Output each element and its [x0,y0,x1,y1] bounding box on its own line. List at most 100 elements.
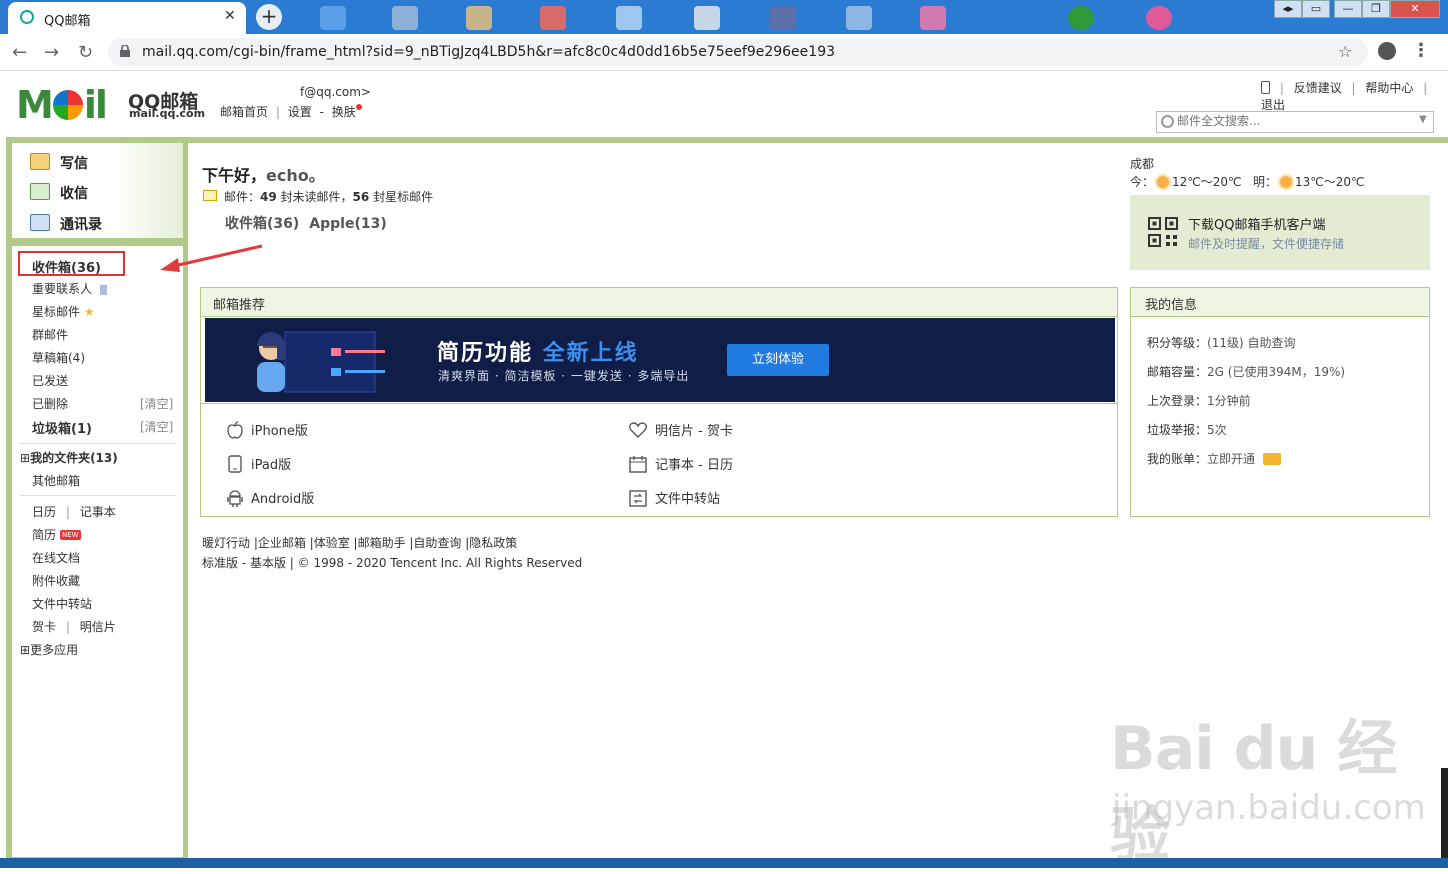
file-transfer-link[interactable]: 文件中转站 [629,488,720,507]
mail-stats: 邮件：49 封未读邮件，56 封星标邮件 [224,188,433,205]
cards-link[interactable]: 贺卡 [32,620,56,634]
my-folders-label: 我的文件夹(13) [30,451,118,465]
ipad-link[interactable]: iPad版 [227,454,291,473]
taskbar-app-icon [770,6,796,30]
sidebar-item-spam[interactable]: 垃圾箱(1) [32,418,92,437]
sidebar-item-sent[interactable]: 已发送 [32,372,68,389]
star-label: 封星标邮件 [369,190,434,204]
new-tab-button[interactable]: + [256,4,282,30]
quick-inbox-link[interactable]: 收件箱(36) [225,216,299,232]
greeting: 下午好，echo。 [202,162,325,186]
star-count[interactable]: 56 [353,190,370,204]
taskbar-app-icon [392,6,418,30]
sun-icon [1157,176,1170,188]
expand-icon[interactable]: ⊞ [20,643,30,657]
resume-banner[interactable]: 简历功能 全新上线 清爽界面 · 简洁模板 · 一键发送 · 多端导出 立刻体验 [205,318,1115,402]
unread-count[interactable]: 49 [260,190,277,204]
mail-home-link[interactable]: 邮箱首页 [220,105,268,119]
close-window-button[interactable]: ✕ [1390,0,1440,18]
sidebar-item-docs[interactable]: 在线文档 [32,549,80,566]
settings-link[interactable]: 设置 [288,105,312,119]
sidebar-item-other-mail[interactable]: 其他邮箱 [32,472,80,489]
skin-link[interactable]: 换肤 [332,105,356,119]
forward-button[interactable]: → [44,42,59,63]
try-now-button[interactable]: 立刻体验 [727,344,829,376]
reload-button[interactable]: ↻ [78,42,93,63]
banner-title-text: 简历功能 [437,341,543,366]
postcards-link[interactable]: 明信片 [80,620,116,634]
compose-icon [30,153,50,170]
clear-deleted-link[interactable]: [清空] [140,395,173,412]
info-label: 垃圾举报： [1147,423,1208,437]
sidebar-item-inbox[interactable]: 收件箱(36) [32,257,101,276]
sidebar-item-deleted[interactable]: 已删除 [32,395,68,412]
notes-link[interactable]: 记事本 [80,505,116,519]
greeting-text: 下午好， [202,166,267,185]
logout-link[interactable]: 退出 [1261,98,1285,112]
ipad-label: iPad版 [251,458,292,473]
clear-spam-link[interactable]: [清空] [140,418,173,435]
android-link[interactable]: Android版 [227,488,314,507]
file-transfer-label: 文件中转站 [655,492,721,507]
receive-label: 收信 [60,186,88,202]
sidebar-item-drafts[interactable]: 草稿箱(4) [32,349,85,366]
quick-apple-link[interactable]: Apple(13) [309,216,386,232]
profile-avatar-icon[interactable] [1378,42,1396,60]
mobile-icon[interactable] [1261,81,1270,94]
bookmark-star-icon[interactable]: ☆ [1338,42,1352,61]
sidebar-item-group[interactable]: 群邮件 [32,326,68,343]
annotation-arrow [160,244,263,272]
iphone-link[interactable]: iPhone版 [227,420,308,439]
sidebar-item-resume[interactable]: 简历 NEW [32,526,81,543]
separator: | [1423,81,1428,95]
browser-tab[interactable]: QQ邮箱 ✕ [8,2,246,34]
tab-title: QQ邮箱 [44,14,91,29]
window-switch-button[interactable]: ◂▸ [1274,0,1302,18]
minimize-button[interactable]: — [1334,0,1362,18]
sidebar-item-attachments[interactable]: 附件收藏 [32,572,80,589]
header-links: 邮箱首页 | 设置 - 换肤 [220,103,366,120]
window-restore-button[interactable]: ▭ [1302,0,1330,18]
close-tab-icon[interactable]: ✕ [224,8,236,24]
info-row-spam-report: 垃圾举报：5次 [1147,421,1227,438]
search-input[interactable] [1177,113,1407,129]
feedback-link[interactable]: 反馈建议 [1294,81,1342,95]
sidebar-item-my-folders[interactable]: ⊞我的文件夹(13) [20,449,118,466]
notes-calendar-link[interactable]: 记事本 - 日历 [629,454,733,473]
postcard-link[interactable]: 明信片 - 贺卡 [629,420,733,439]
compose-button[interactable]: 写信 [30,153,88,173]
window-edge [1441,768,1448,858]
tomorrow-label: 明： [1252,175,1277,189]
info-value[interactable]: (11级) 自助查询 [1207,336,1295,350]
info-value[interactable]: 1分钟前 [1207,394,1251,408]
info-value[interactable]: 5次 [1207,423,1227,437]
separator: | [275,105,280,119]
download-app-box[interactable]: 下载QQ邮箱手机客户端 邮件及时提醒，文件便捷存储 [1130,195,1430,270]
footer-links[interactable]: 暖灯行动 |企业邮箱 |体验室 |邮箱助手 |自助查询 |隐私政策 [202,534,517,551]
separator: | [65,620,70,634]
sidebar-item-more-apps[interactable]: ⊞更多应用 [20,641,78,658]
sidebar-item-cards: 贺卡 | 明信片 [32,618,116,635]
recommend-title: 邮箱推荐 [213,298,266,313]
sidebar-item-important[interactable]: 重要联系人 [32,280,107,297]
help-center-link[interactable]: 帮助中心 [1365,81,1413,95]
back-button[interactable]: ← [12,42,27,63]
sidebar-item-file-transfer[interactable]: 文件中转站 [32,595,92,612]
sidebar-item-starred[interactable]: 星标邮件 ★ [32,303,95,320]
info-value[interactable]: 立即开通 [1207,452,1255,466]
taskbar-app-icon [1146,6,1172,30]
calendar-link[interactable]: 日历 [32,505,56,519]
receive-button[interactable]: 收信 [30,183,88,203]
separator: | [65,505,70,519]
url-field[interactable]: mail.qq.com/cgi-bin/frame_html?sid=9_nBT… [108,38,1368,66]
expand-icon[interactable]: ⊞ [20,451,30,465]
star-icon: ★ [83,305,95,319]
contacts-button[interactable]: 通讯录 [30,214,102,234]
browser-menu-icon[interactable]: ⋮ [1412,40,1430,61]
logo-o-icon [52,90,83,120]
search-box[interactable]: ▼ [1156,111,1434,133]
maximize-button[interactable]: ❐ [1362,0,1390,18]
chevron-down-icon[interactable]: ▼ [1419,114,1427,125]
separator: | [1279,81,1284,95]
moil-logo[interactable]: Mil [16,83,108,127]
